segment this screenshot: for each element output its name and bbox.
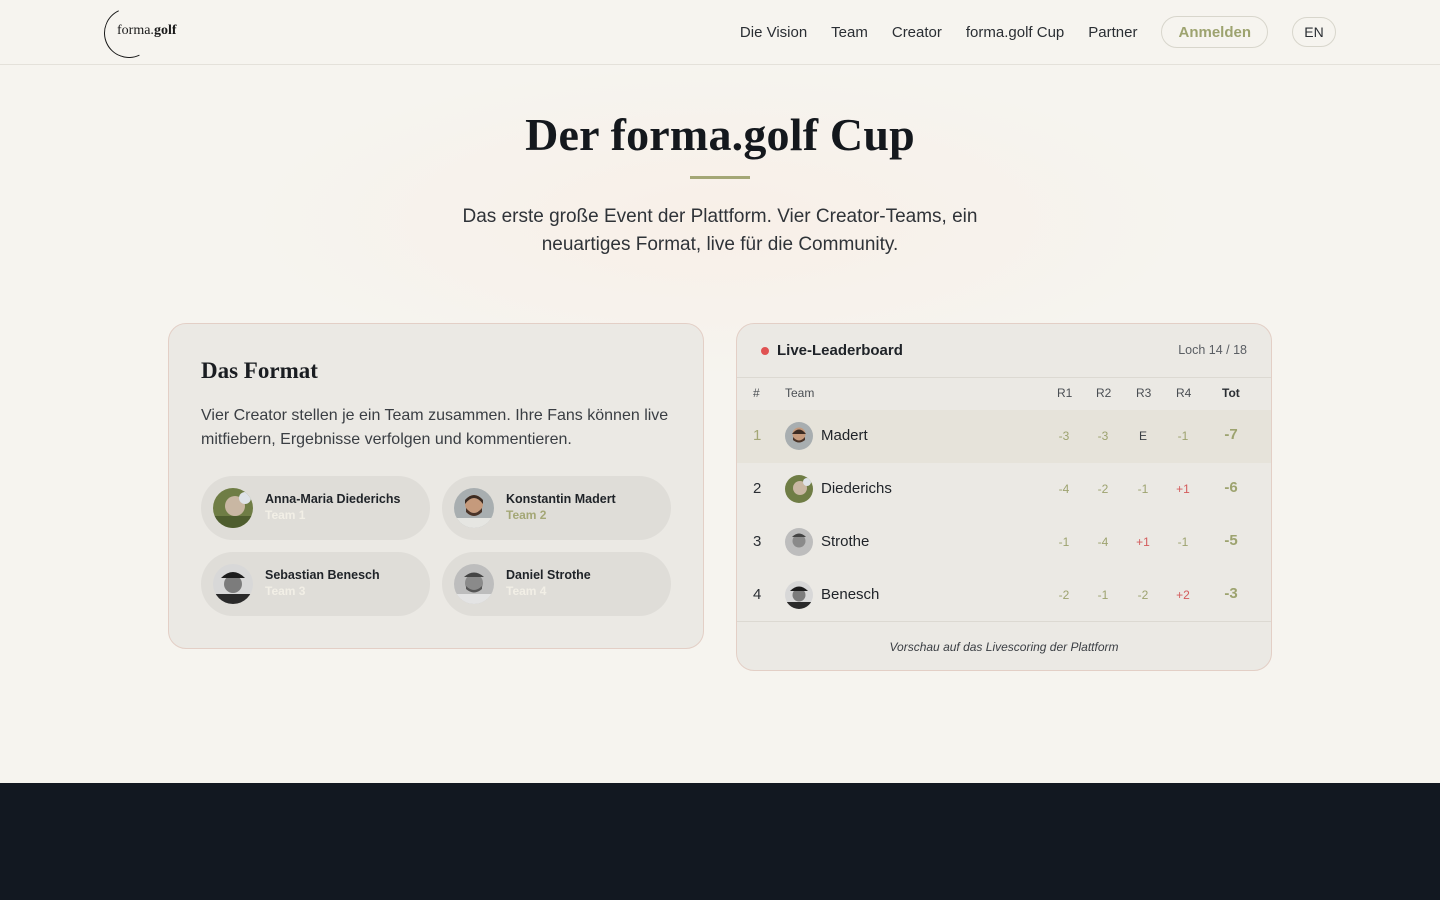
score-r2: -4 xyxy=(1097,535,1109,549)
format-title: Das Format xyxy=(201,358,318,383)
score-r1: -4 xyxy=(1058,482,1070,496)
footer-band xyxy=(0,783,1440,900)
score-r3: E xyxy=(1138,429,1147,443)
col-pos: # xyxy=(753,386,760,400)
col-team: Team xyxy=(785,386,815,400)
score-r1: -3 xyxy=(1058,429,1070,443)
live-indicator-icon xyxy=(761,347,769,355)
leaderboard-header: Live-Leaderboard Loch 14 / 18 xyxy=(737,324,1271,378)
avatar xyxy=(213,488,253,528)
row-position: 1 xyxy=(753,427,762,444)
score-r1: -2 xyxy=(1058,588,1070,602)
avatar xyxy=(213,564,253,604)
leaderboard-card: Live-Leaderboard Loch 14 / 18 # Team R1 … xyxy=(736,323,1272,671)
page-title: Der forma.golf Cup xyxy=(525,109,915,160)
nav-links: Die Vision Team Creator forma.golf Cup P… xyxy=(740,16,1336,48)
avatar xyxy=(785,422,813,450)
score-r1: -1 xyxy=(1058,535,1070,549)
col-r2: R2 xyxy=(1096,386,1112,400)
score-r2: -2 xyxy=(1097,482,1109,496)
nav-link-cup[interactable]: forma.golf Cup xyxy=(966,24,1064,41)
score-total: -7 xyxy=(1224,426,1238,443)
login-button[interactable]: Anmelden xyxy=(1161,16,1268,48)
nav-link-creator[interactable]: Creator xyxy=(892,24,942,41)
leaderboard-row[interactable]: 2 Diederichs -4 -2 -1 +1 -6 xyxy=(737,463,1271,516)
col-r4: R4 xyxy=(1176,386,1192,400)
col-r3: R3 xyxy=(1136,386,1152,400)
leaderboard-title: Live-Leaderboard xyxy=(777,342,903,359)
leaderboard-row[interactable]: 1 Madert -3 -3 E -1 -7 xyxy=(737,410,1271,463)
creator-chip[interactable]: Daniel Strothe Team 4 xyxy=(442,552,671,616)
score-r4: +1 xyxy=(1176,482,1190,496)
creator-name: Sebastian Benesch xyxy=(265,568,380,582)
creator-name: Daniel Strothe xyxy=(506,568,591,582)
creator-team: Team 3 xyxy=(265,584,306,598)
title-divider xyxy=(690,176,750,179)
avatar xyxy=(454,564,494,604)
creator-team: Team 2 xyxy=(506,508,547,522)
avatar xyxy=(785,581,813,609)
score-r4: +2 xyxy=(1176,588,1190,602)
logo[interactable]: forma.golf xyxy=(96,0,194,66)
language-button[interactable]: EN xyxy=(1292,17,1336,47)
creator-team: Team 4 xyxy=(506,584,547,598)
hero-subtitle: Das erste große Event der Plattform. Vie… xyxy=(462,206,978,255)
row-team-name: Strothe xyxy=(821,533,870,550)
row-team-name: Madert xyxy=(821,427,868,444)
leaderboard-footnote: Vorschau auf das Livescoring der Plattfo… xyxy=(737,621,1271,670)
score-r2: -1 xyxy=(1097,588,1109,602)
format-description: Vier Creator stellen je ein Team zusamme… xyxy=(201,407,669,448)
score-total: -5 xyxy=(1224,532,1238,549)
avatar xyxy=(454,488,494,528)
nav-link-partner[interactable]: Partner xyxy=(1088,24,1137,41)
creator-name: Konstantin Madert xyxy=(506,492,616,506)
creator-team: Team 1 xyxy=(265,508,306,522)
leaderboard-row[interactable]: 4 Benesch -2 -1 -2 +2 -3 xyxy=(737,569,1271,622)
avatar xyxy=(785,528,813,556)
score-r3: -2 xyxy=(1137,588,1149,602)
row-position: 4 xyxy=(753,586,762,603)
creator-chip[interactable]: Sebastian Benesch Team 3 xyxy=(201,552,430,616)
score-r4: -1 xyxy=(1177,429,1189,443)
row-team-name: Diederichs xyxy=(821,480,892,497)
col-total: Tot xyxy=(1222,386,1240,400)
leaderboard-row[interactable]: 3 Strothe -1 -4 +1 -1 -5 xyxy=(737,516,1271,569)
score-total: -6 xyxy=(1224,479,1238,496)
score-r3: +1 xyxy=(1136,535,1150,549)
top-nav: forma.golf Die Vision Team Creator forma… xyxy=(0,0,1440,66)
score-r2: -3 xyxy=(1097,429,1109,443)
score-total: -3 xyxy=(1224,585,1238,602)
hole-indicator: Loch 14 / 18 xyxy=(1178,343,1247,357)
score-r3: -1 xyxy=(1137,482,1149,496)
nav-link-team[interactable]: Team xyxy=(831,24,868,41)
format-card: Das Format Vier Creator stellen je ein T… xyxy=(168,323,704,649)
logo-text: forma.golf xyxy=(117,23,177,38)
score-r4: -1 xyxy=(1177,535,1189,549)
creator-chip[interactable]: Anna-Maria Diederichs Team 1 xyxy=(201,476,430,540)
row-position: 2 xyxy=(753,480,762,497)
nav-link-vision[interactable]: Die Vision xyxy=(740,24,807,41)
creator-name: Anna-Maria Diederichs xyxy=(265,492,401,506)
creator-chip[interactable]: Konstantin Madert Team 2 xyxy=(442,476,671,540)
col-r1: R1 xyxy=(1057,386,1073,400)
row-position: 3 xyxy=(753,533,762,550)
avatar xyxy=(785,475,813,503)
row-team-name: Benesch xyxy=(821,586,880,603)
